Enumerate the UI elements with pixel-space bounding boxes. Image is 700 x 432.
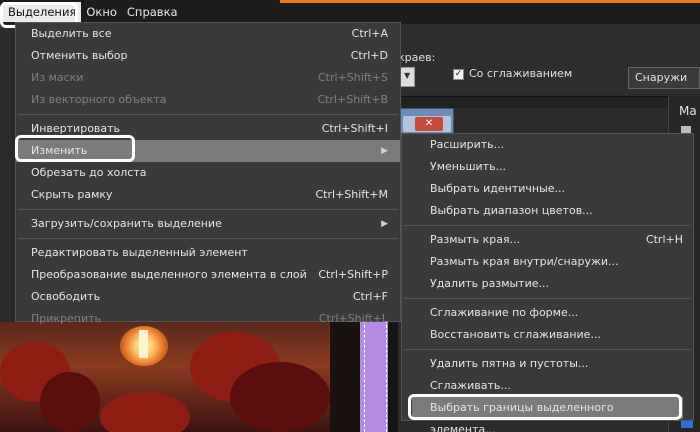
menu-item-edit-selection[interactable]: Редактировать выделенный элемент — [16, 242, 400, 264]
menu-item-float[interactable]: Освободить Ctrl+F — [16, 286, 400, 308]
menu-item-from-mask[interactable]: Из маски Ctrl+Shift+S — [16, 67, 400, 89]
menu-separator — [18, 238, 398, 239]
submenu-item-unfeather[interactable]: Удалить размытие... — [402, 273, 693, 295]
antialias-checkbox[interactable]: ✓ — [453, 69, 464, 80]
canvas-shadow — [330, 322, 360, 432]
submenu-item-recover-antialias[interactable]: Восстановить сглаживание... — [402, 324, 693, 346]
menu-item-crop-to-canvas[interactable]: Обрезать до холста — [16, 162, 400, 184]
submenu-separator — [404, 298, 691, 299]
menu-item-promote-to-layer[interactable]: Преобразование выделенного элемента в сл… — [16, 264, 400, 286]
submenu-arrow-icon: ▶ — [381, 219, 388, 229]
menu-item-deselect[interactable]: Отменить выбор Ctrl+D — [16, 45, 400, 67]
submenu-item-remove-specks[interactable]: Удалить пятна и пустоты... — [402, 353, 693, 375]
menu-item-select-all[interactable]: Выделить все Ctrl+A — [16, 23, 400, 45]
highlight-outline-modify — [15, 135, 135, 162]
submenu-separator — [404, 349, 691, 350]
right-panel-label: Ma — [679, 104, 697, 118]
close-icon[interactable]: ✕ — [415, 117, 443, 131]
tree-foliage — [100, 392, 190, 432]
tree-foliage — [40, 372, 100, 432]
menu-item-from-vector[interactable]: Из векторного объекта Ctrl+Shift+B — [16, 89, 400, 111]
submenu-item-select-similar[interactable]: Выбрать идентичные... — [402, 178, 693, 200]
menubar: Выделения Окно Справка — [0, 0, 700, 24]
canvas-image — [0, 322, 360, 432]
accent-line — [280, 0, 700, 3]
menu-item-defloat[interactable]: Прикрепить Ctrl+Shift+L — [16, 308, 400, 330]
tree-foliage — [230, 362, 330, 432]
outside-select[interactable]: Снаружи — [628, 67, 700, 89]
selections-menu: Выделить все Ctrl+A Отменить выбор Ctrl+D … — [15, 22, 401, 325]
menu-window[interactable]: Окно — [81, 2, 122, 22]
modify-submenu: Расширить... Уменьшить... Выбрать иденти… — [401, 133, 694, 432]
submenu-item-feather[interactable]: Размыть края... Ctrl+H — [402, 229, 693, 251]
submenu-item-contract[interactable]: Уменьшить... — [402, 156, 693, 178]
menu-separator — [18, 114, 398, 115]
antialias-label: Со сглаживанием — [469, 67, 573, 80]
sun-core — [139, 330, 148, 358]
submenu-item-expand[interactable]: Расширить... — [402, 134, 693, 156]
submenu-arrow-icon: ▶ — [381, 146, 388, 156]
submenu-item-color-range[interactable]: Выбрать диапазон цветов... — [402, 200, 693, 222]
edges-dropdown[interactable] — [400, 67, 415, 87]
submenu-separator — [404, 225, 691, 226]
edges-label: краев: — [398, 51, 436, 64]
menu-help[interactable]: Справка — [122, 2, 183, 22]
submenu-item-inside-outside-feather[interactable]: Размыть края внутри/снаружи... — [402, 251, 693, 273]
highlight-outline-borders — [408, 394, 682, 420]
menu-separator — [18, 209, 398, 210]
menu-item-load-save-selection[interactable]: Загрузить/сохранить выделение ▶ — [16, 213, 400, 235]
panel-strip — [390, 96, 700, 108]
submenu-item-shape-antialias[interactable]: Сглаживание по форме... — [402, 302, 693, 324]
menu-item-hide-marquee[interactable]: Скрыть рамку Ctrl+Shift+M — [16, 184, 400, 206]
